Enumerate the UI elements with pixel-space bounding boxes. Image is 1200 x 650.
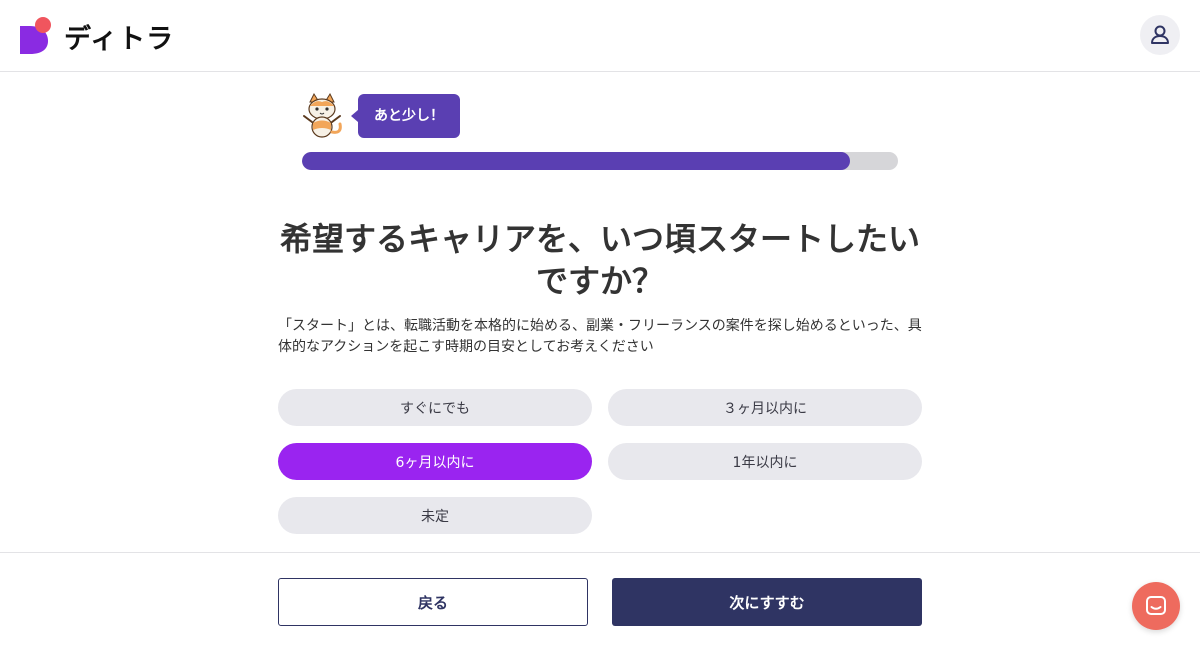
account-button[interactable] bbox=[1140, 15, 1180, 55]
logo-text: ディトラ bbox=[64, 23, 175, 55]
footer: 戻る 次にすすむ bbox=[0, 552, 1200, 650]
back-button[interactable]: 戻る bbox=[278, 578, 588, 626]
question-description: 「スタート」とは、転職活動を本格的に始める、副業・フリーランスの案件を探し始める… bbox=[278, 318, 922, 355]
user-icon bbox=[1151, 25, 1169, 44]
option-list: すぐにでも ３ヶ月以内に 6ヶ月以内に 1年以内に 未定 bbox=[278, 389, 922, 534]
cat-mascot-icon bbox=[303, 92, 342, 138]
option-button[interactable]: すぐにでも bbox=[278, 389, 592, 426]
option-button[interactable]: ３ヶ月以内に bbox=[608, 389, 922, 426]
mascot-row: あと少し！ bbox=[300, 92, 460, 140]
logo-mark-icon bbox=[20, 17, 51, 54]
progress-bar-fill bbox=[302, 152, 851, 170]
next-button[interactable]: 次にすすむ bbox=[612, 578, 922, 626]
chat-icon bbox=[1146, 596, 1166, 615]
progress-bar bbox=[302, 152, 898, 170]
chat-button[interactable] bbox=[1132, 582, 1180, 630]
option-button[interactable]: 未定 bbox=[278, 497, 592, 534]
logo[interactable]: ディトラ bbox=[20, 16, 174, 56]
option-button[interactable]: 1年以内に bbox=[608, 443, 922, 480]
option-button[interactable]: 6ヶ月以内に bbox=[278, 443, 592, 480]
header: ディトラ bbox=[0, 0, 1200, 72]
question-title: 希望するキャリアを、いつ頃スタートしたいですか？ bbox=[279, 220, 920, 300]
mascot-speech-bubble: あと少し！ bbox=[351, 94, 460, 138]
